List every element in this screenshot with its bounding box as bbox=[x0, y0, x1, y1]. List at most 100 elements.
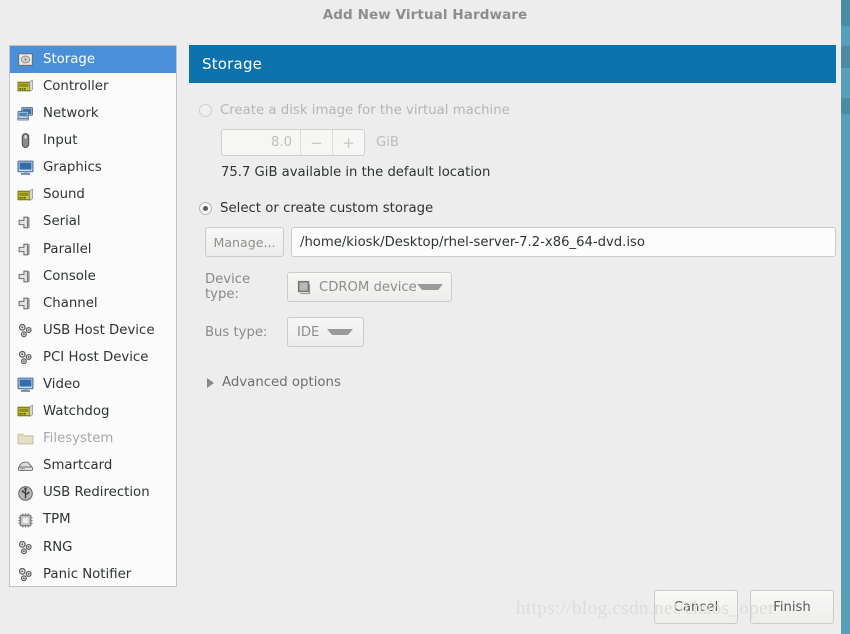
create-disk-label: Create a disk image for the virtual mach… bbox=[220, 102, 510, 118]
device-type-value: CDROM device bbox=[319, 279, 417, 295]
sidebar-item-label: Graphics bbox=[43, 160, 102, 176]
plug-icon bbox=[17, 241, 34, 258]
available-space-text: 75.7 GiB available in the default locati… bbox=[221, 165, 491, 180]
dialog-button-bar: Cancel Finish bbox=[654, 590, 834, 624]
content-panel: Storage Create a disk image for the virt… bbox=[189, 45, 836, 634]
edge-strip-segment bbox=[841, 46, 850, 68]
sidebar-item-pci-host-device[interactable]: PCI Host Device bbox=[10, 344, 176, 371]
custom-storage-radio[interactable] bbox=[199, 201, 212, 215]
folder-icon bbox=[17, 430, 34, 447]
sidebar-item-tpm[interactable]: TPM bbox=[10, 507, 176, 534]
controller-icon bbox=[17, 78, 34, 95]
sidebar-item-label: Network bbox=[43, 106, 99, 122]
sidebar-item-label: Filesystem bbox=[43, 431, 114, 447]
page-header: Storage bbox=[189, 45, 836, 83]
sidebar-item-usb-redirection[interactable]: USB Redirection bbox=[10, 480, 176, 507]
disk-size-decrement-button[interactable]: − bbox=[300, 130, 332, 155]
device-type-dropdown[interactable]: CDROM device bbox=[287, 272, 452, 302]
dialog-body: Storage Controller Network Input Graphics Sou… bbox=[0, 29, 850, 634]
sidebar-item-label: USB Redirection bbox=[43, 485, 150, 501]
sidebar-item-label: RNG bbox=[43, 539, 73, 555]
gears-icon bbox=[17, 349, 34, 366]
window-title: Add New Virtual Hardware bbox=[322, 6, 528, 23]
create-disk-radio-row[interactable]: Create a disk image for the virtual mach… bbox=[199, 100, 836, 120]
sidebar-item-label: Input bbox=[43, 133, 78, 149]
plug-icon bbox=[17, 295, 34, 312]
disk-size-increment-button[interactable]: + bbox=[332, 130, 364, 155]
manage-button[interactable]: Manage... bbox=[205, 227, 284, 257]
chevron-down-icon bbox=[416, 284, 443, 290]
sidebar-item-usb-host-device[interactable]: USB Host Device bbox=[10, 317, 176, 344]
storage-path-input[interactable]: /home/kiosk/Desktop/rhel-server-7.2-x86_… bbox=[291, 227, 836, 257]
sidebar-item-sound[interactable]: Sound bbox=[10, 181, 176, 208]
disk-size-value[interactable]: 8.0 bbox=[222, 130, 300, 155]
sidebar-item-filesystem[interactable]: Filesystem bbox=[10, 425, 176, 452]
sidebar-item-label: Channel bbox=[43, 295, 98, 311]
sidebar-item-label: Video bbox=[43, 377, 81, 393]
sidebar-item-channel[interactable]: Channel bbox=[10, 290, 176, 317]
sidebar-item-console[interactable]: Console bbox=[10, 263, 176, 290]
disk-size-spinbox[interactable]: 8.0 − + bbox=[221, 129, 365, 156]
chevron-down-icon bbox=[327, 329, 353, 335]
sidebar-item-graphics[interactable]: Graphics bbox=[10, 154, 176, 181]
sidebar-item-network[interactable]: Network bbox=[10, 100, 176, 127]
gears-icon bbox=[17, 539, 34, 556]
sidebar-item-label: Watchdog bbox=[43, 404, 110, 420]
sidebar-item-watchdog[interactable]: Watchdog bbox=[10, 398, 176, 425]
hardware-category-list[interactable]: Storage Controller Network Input Graphics Sou… bbox=[9, 45, 177, 587]
page-title: Storage bbox=[202, 55, 263, 73]
sidebar-item-storage[interactable]: Storage bbox=[10, 46, 176, 74]
plug-icon bbox=[17, 268, 34, 285]
monitor-icon bbox=[17, 159, 34, 176]
storage-form: Create a disk image for the virtual mach… bbox=[189, 83, 836, 390]
plug-icon bbox=[17, 214, 34, 231]
custom-storage-radio-row[interactable]: Select or create custom storage bbox=[199, 198, 836, 218]
soundcard-icon bbox=[17, 187, 34, 204]
edge-strip-segment bbox=[841, 98, 850, 114]
sidebar-item-label: Parallel bbox=[43, 241, 92, 257]
sidebar-item-label: Storage bbox=[43, 51, 96, 67]
advanced-options-expander[interactable]: Advanced options bbox=[207, 375, 836, 390]
sidebar-item-label: PCI Host Device bbox=[43, 349, 149, 365]
storage-path-row: Manage... /home/kiosk/Desktop/rhel-serve… bbox=[205, 227, 836, 257]
triangle-right-icon bbox=[207, 377, 214, 388]
network-icon bbox=[17, 105, 34, 122]
edge-strip-segment bbox=[841, 0, 850, 26]
sidebar-item-label: Console bbox=[43, 268, 96, 284]
advanced-options-label: Advanced options bbox=[222, 375, 341, 390]
sidebar-item-label: USB Host Device bbox=[43, 322, 155, 338]
soundcard-icon bbox=[17, 403, 34, 420]
sidebar-item-smartcard[interactable]: Smartcard bbox=[10, 452, 176, 479]
chip-icon bbox=[17, 512, 34, 529]
sidebar-item-label: Smartcard bbox=[43, 458, 113, 474]
sidebar-item-input[interactable]: Input bbox=[10, 127, 176, 154]
gears-icon bbox=[17, 566, 34, 583]
finish-button[interactable]: Finish bbox=[750, 590, 834, 624]
custom-storage-label: Select or create custom storage bbox=[220, 200, 434, 216]
disk-size-unit-label: GiB bbox=[376, 135, 399, 150]
bus-type-label: Bus type: bbox=[205, 324, 268, 340]
bus-type-value: IDE bbox=[297, 324, 320, 340]
window-edge-strip bbox=[841, 0, 850, 634]
sidebar-item-label: Controller bbox=[43, 78, 109, 94]
bus-type-dropdown[interactable]: IDE bbox=[287, 317, 364, 347]
monitor-icon bbox=[17, 376, 34, 393]
create-disk-radio[interactable] bbox=[199, 103, 212, 117]
sidebar-item-label: Panic Notifier bbox=[43, 566, 132, 582]
sidebar-item-parallel[interactable]: Parallel bbox=[10, 236, 176, 263]
sidebar-item-label: Serial bbox=[43, 214, 81, 230]
storage-icon bbox=[17, 51, 34, 68]
cancel-button[interactable]: Cancel bbox=[654, 590, 738, 624]
smartcard-icon bbox=[17, 457, 34, 474]
sidebar-item-serial[interactable]: Serial bbox=[10, 209, 176, 236]
window-titlebar: Add New Virtual Hardware bbox=[0, 0, 850, 29]
sidebar-item-panic-notifier[interactable]: Panic Notifier bbox=[10, 561, 176, 586]
disk-size-row: 8.0 − + GiB bbox=[221, 129, 836, 156]
sidebar-item-controller[interactable]: Controller bbox=[10, 73, 176, 100]
sidebar-item-label: TPM bbox=[43, 512, 71, 528]
device-type-label: Device type: bbox=[205, 272, 251, 302]
mouse-icon bbox=[17, 132, 34, 149]
sidebar-item-rng[interactable]: RNG bbox=[10, 534, 176, 561]
form-spacer bbox=[199, 180, 836, 198]
sidebar-item-video[interactable]: Video bbox=[10, 371, 176, 398]
